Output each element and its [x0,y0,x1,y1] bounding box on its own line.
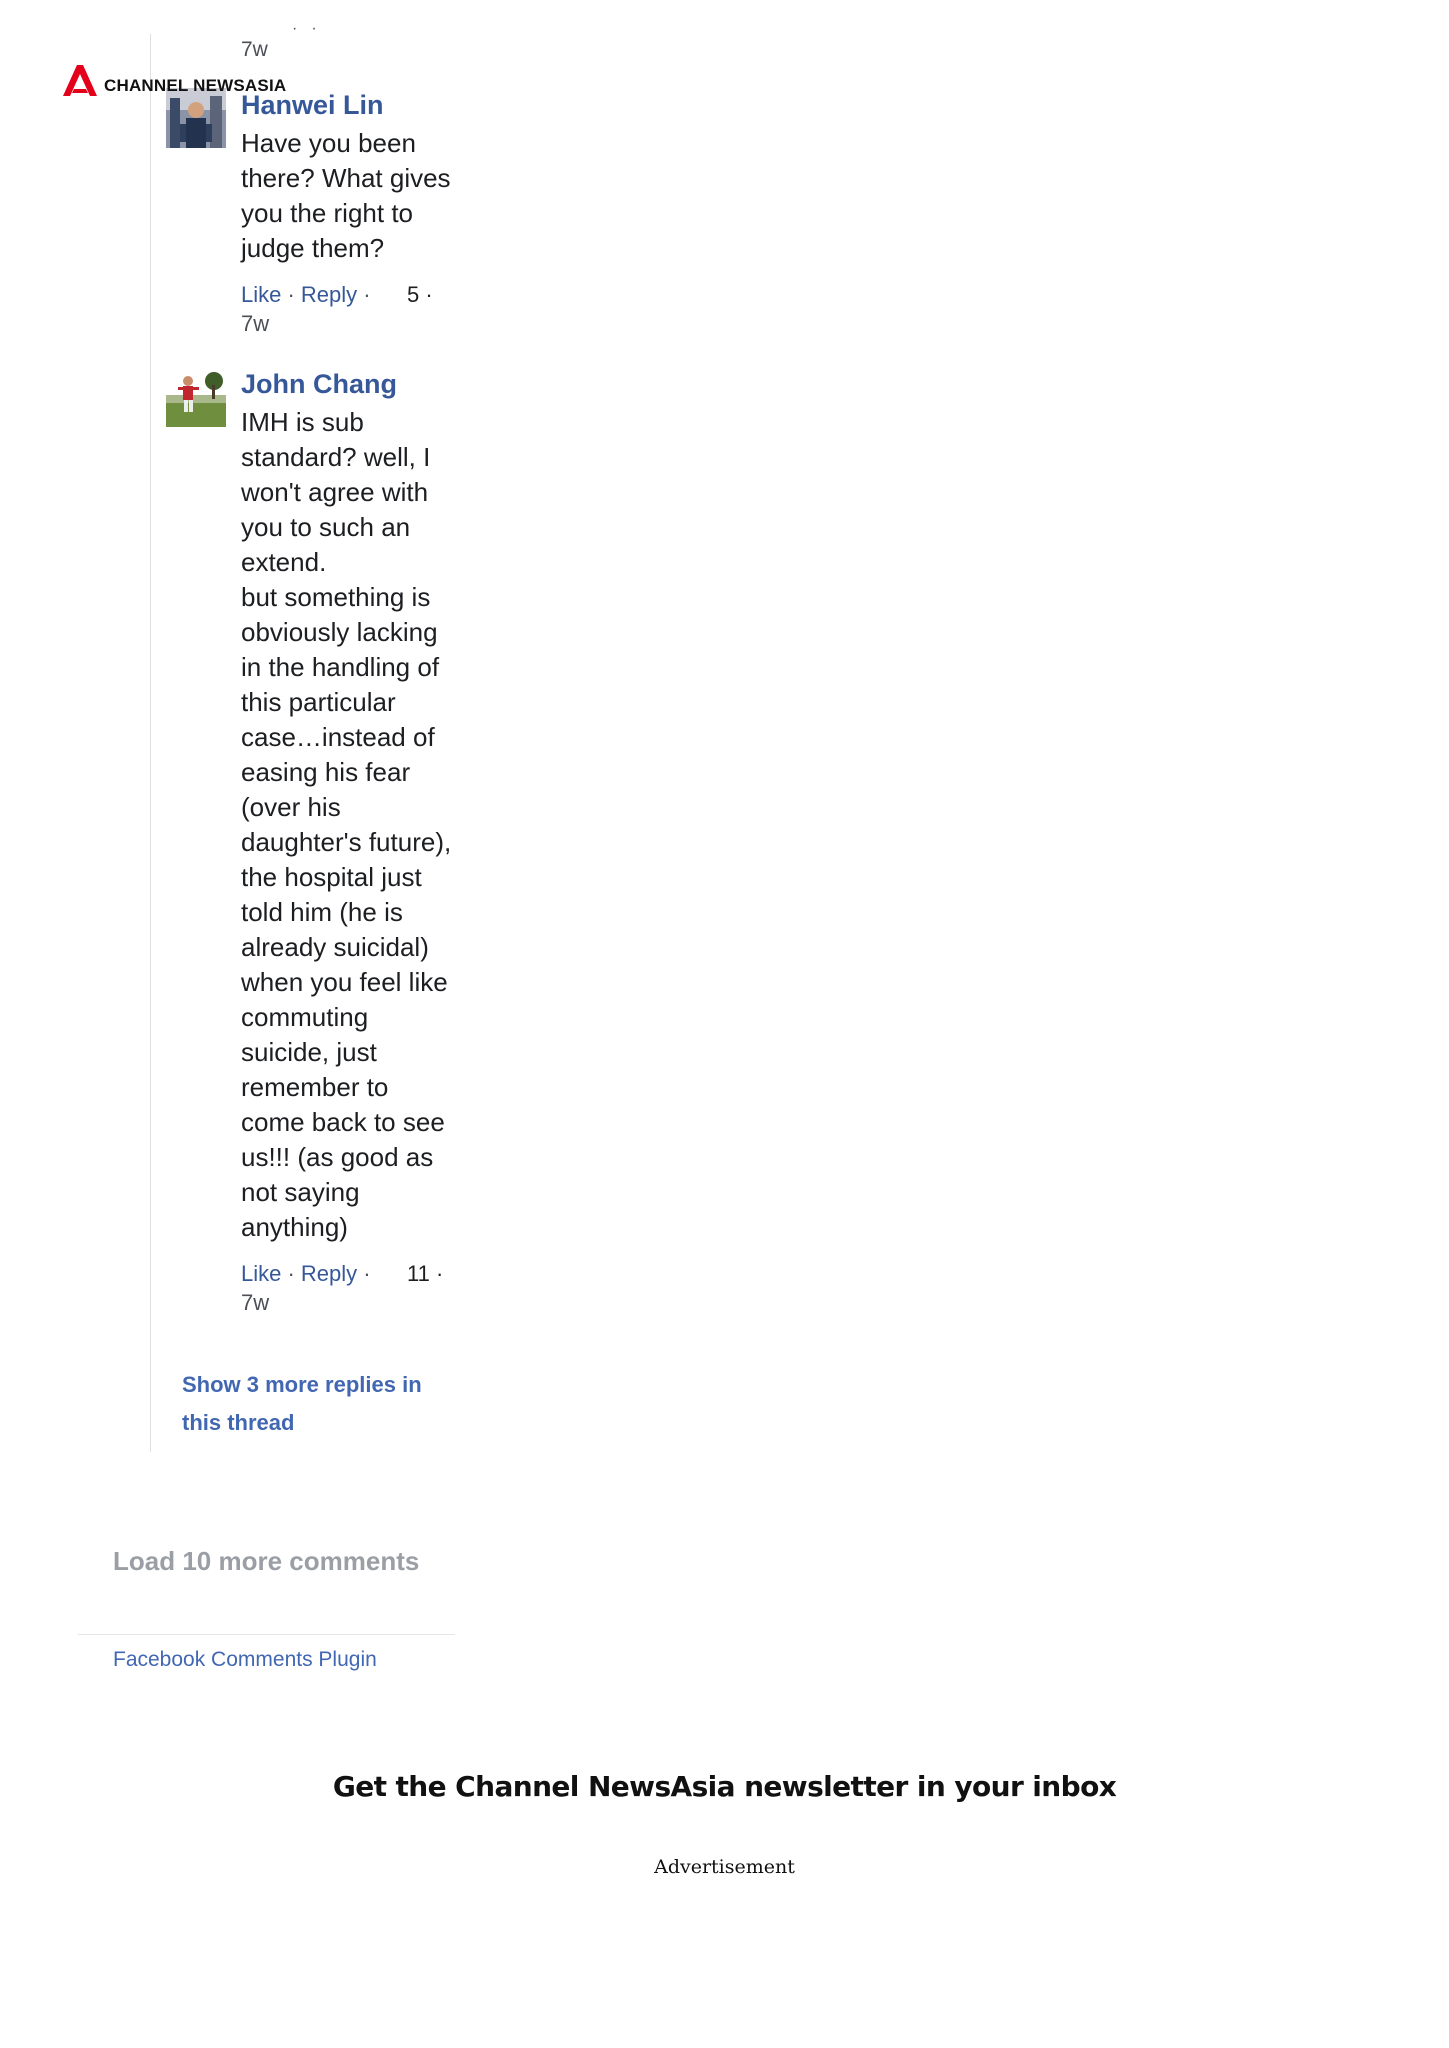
load-more-comments-button[interactable]: Load 10 more comments [113,1546,419,1577]
previous-comment-time[interactable]: 7w [241,38,268,62]
comment-text: Have you been there? What gives you the … [241,128,451,263]
comment-actions: Like · Reply · 5 · 7w [241,280,471,338]
logo-wordmark: CHANNEL NEWSASIA [104,76,287,95]
reply-link[interactable]: Reply [301,1261,357,1286]
thread-line [150,34,151,1452]
like-link[interactable]: Like [241,282,281,307]
comment-time[interactable]: 7w [241,1288,471,1317]
advertisement-label: Advertisement [654,1856,795,1878]
channel-newsasia-logo[interactable]: CHANNEL NEWSASIA [60,60,286,100]
like-count[interactable]: 5 · [407,280,433,309]
previous-comment-separators: ·· [292,20,331,37]
comment-text: IMH is sub standard? well, I won't agree… [241,407,452,1242]
avatar[interactable] [166,367,226,427]
comment-actions: Like · Reply · 11 · 7w [241,1259,471,1317]
newsletter-heading: Get the Channel NewsAsia newsletter in y… [332,1770,1117,1803]
like-count[interactable]: 11 · [407,1259,443,1288]
logo-mark-icon [63,65,97,96]
divider [78,1634,455,1635]
comment-author[interactable]: John Chang [241,367,471,401]
show-more-replies-link[interactable]: Show 3 more replies in this thread [182,1366,442,1442]
facebook-comments-plugin-link[interactable]: Facebook Comments Plugin [113,1648,377,1672]
like-link[interactable]: Like [241,1261,281,1286]
comment-time[interactable]: 7w [241,309,471,338]
reply-link[interactable]: Reply [301,282,357,307]
